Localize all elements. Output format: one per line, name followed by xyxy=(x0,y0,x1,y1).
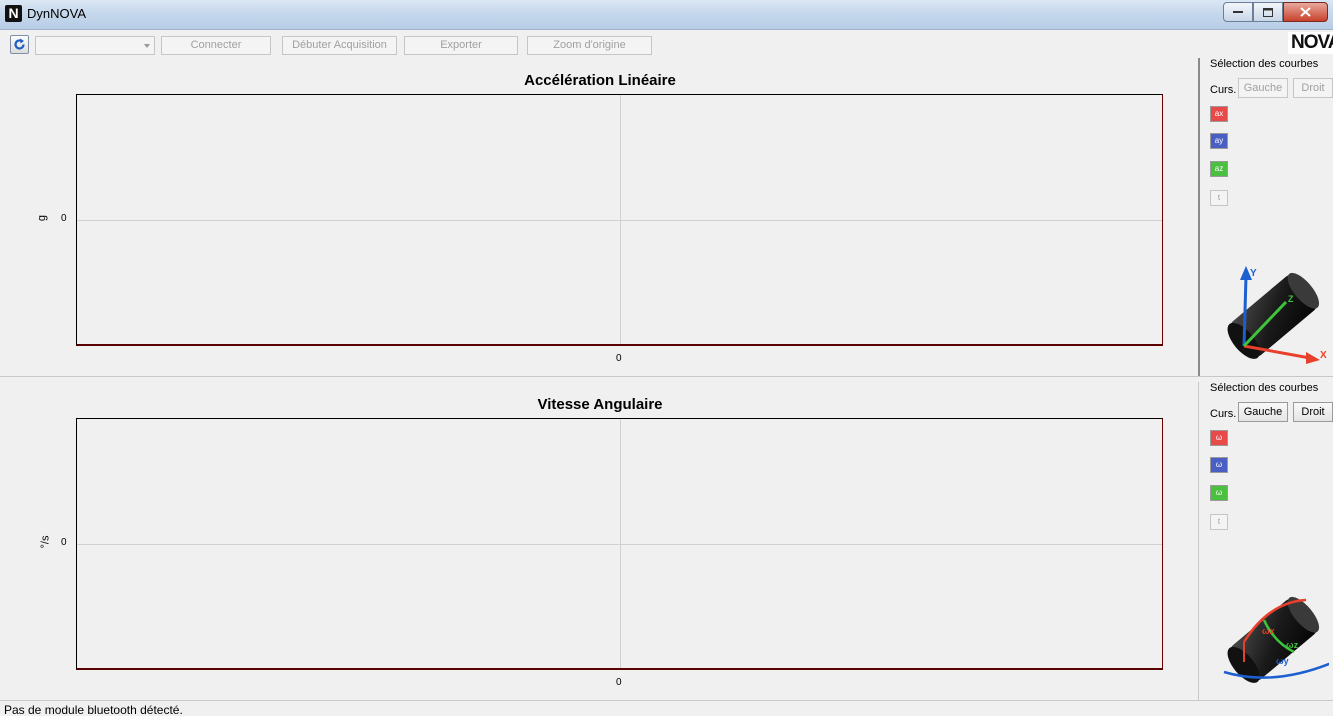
curve-selection-panel-gyro: Sélection des courbes Curs. Gauche Droit… xyxy=(1204,382,1333,700)
status-text: Pas de module bluetooth détecté. xyxy=(4,703,183,716)
export-button[interactable]: Exporter xyxy=(404,36,518,55)
refresh-icon xyxy=(14,38,25,50)
curve-selection-panel-accel: Sélection des courbes Curs. Gauche Droit… xyxy=(1204,58,1333,376)
x-tick-label: 0 xyxy=(616,677,622,688)
omega-z-marker: ωz xyxy=(1286,640,1299,650)
y-tick-label: 0 xyxy=(61,213,67,224)
refresh-button[interactable] xyxy=(10,35,29,54)
curve-omega-x-toggle[interactable]: ω xyxy=(1210,430,1228,446)
curve-ax-toggle[interactable]: ax xyxy=(1210,106,1228,122)
omega-x-marker: ωx xyxy=(1262,626,1275,636)
z-axis-marker: Z xyxy=(1288,294,1294,304)
y-axis-label: °/s xyxy=(39,535,52,549)
cursor-left-button[interactable]: Gauche xyxy=(1238,78,1288,98)
maximize-button[interactable] xyxy=(1253,2,1283,22)
minimize-button[interactable] xyxy=(1223,2,1253,22)
omega-y-marker: ωy xyxy=(1276,656,1289,666)
angular-velocity-chart: Vitesse Angulaire °/s 0 0 xyxy=(5,382,1195,700)
close-icon xyxy=(1300,7,1311,17)
start-acquisition-button[interactable]: Débuter Acquisition xyxy=(282,36,397,55)
grid-line-horizontal xyxy=(77,544,1162,545)
y-axis-label: g xyxy=(36,214,49,222)
panel-divider xyxy=(0,376,1333,377)
nova-logo: NOVA xyxy=(1288,32,1333,54)
accelerometer-axes-image: Y X Z xyxy=(1227,266,1327,364)
plot-area[interactable] xyxy=(76,418,1163,670)
gyroscope-axes-image: ωx ωz ωy xyxy=(1223,596,1329,683)
cursor-right-button[interactable]: Droit xyxy=(1293,78,1333,98)
chevron-down-icon xyxy=(144,44,150,48)
curve-t-toggle[interactable]: t xyxy=(1210,190,1228,206)
vertical-divider xyxy=(1198,382,1199,700)
chart-title: Accélération Linéaire xyxy=(524,72,676,89)
curve-selection-title: Sélection des courbes xyxy=(1210,382,1319,394)
x-axis-marker: X xyxy=(1320,350,1327,361)
acceleration-chart: Accélération Linéaire g 0 0 xyxy=(5,58,1195,376)
x-tick-label: 0 xyxy=(616,353,622,364)
y-tick-label: 0 xyxy=(61,537,67,548)
zoom-reset-button[interactable]: Zoom d'origine xyxy=(527,36,652,55)
cursor-label: Curs. xyxy=(1210,84,1237,96)
window-title: DynNOVA xyxy=(27,6,86,21)
close-button[interactable] xyxy=(1283,2,1328,22)
curve-ay-toggle[interactable]: ay xyxy=(1210,133,1228,149)
connect-button[interactable]: Connecter xyxy=(161,36,271,55)
app-icon: N xyxy=(5,5,22,22)
port-select[interactable] xyxy=(35,36,155,55)
minimize-icon xyxy=(1233,11,1243,13)
y-axis-marker: Y xyxy=(1250,268,1257,279)
main-window: { "window": { "title": "DynNOVA", "icon_… xyxy=(0,0,1333,716)
grid-line-horizontal xyxy=(77,220,1162,221)
curve-az-toggle[interactable]: az xyxy=(1210,161,1228,177)
cursor-left-button[interactable]: Gauche xyxy=(1238,402,1288,422)
curve-selection-title: Sélection des courbes xyxy=(1210,58,1319,70)
status-bar: Pas de module bluetooth détecté. xyxy=(0,701,1333,716)
window-controls xyxy=(1223,2,1328,22)
curve-omega-z-toggle[interactable]: ω xyxy=(1210,485,1228,501)
plot-area[interactable] xyxy=(76,94,1163,346)
curve-omega-y-toggle[interactable]: ω xyxy=(1210,457,1228,473)
curve-t-toggle[interactable]: t xyxy=(1210,514,1228,530)
title-bar: N DynNOVA xyxy=(0,0,1333,30)
toolbar: Connecter Débuter Acquisition Exporter Z… xyxy=(0,33,1200,57)
maximize-icon xyxy=(1263,7,1273,17)
cursor-label: Curs. xyxy=(1210,408,1237,420)
chart-title: Vitesse Angulaire xyxy=(537,396,663,413)
vertical-divider xyxy=(1198,58,1200,376)
cursor-right-button[interactable]: Droit xyxy=(1293,402,1333,422)
